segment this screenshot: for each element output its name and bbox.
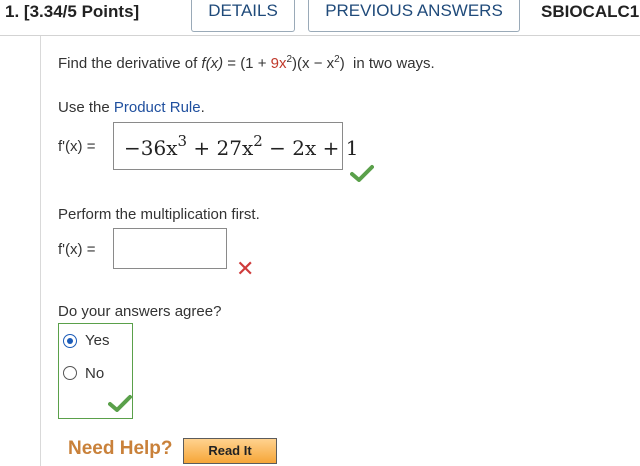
check-icon bbox=[108, 395, 132, 412]
answer-term-3: − 2x + 1 bbox=[262, 136, 359, 160]
need-help-label: Need Help? bbox=[68, 438, 173, 459]
question-number: 1. bbox=[5, 2, 20, 21]
question-points: [3.34/5 Points] bbox=[23, 2, 140, 21]
eq-open: = (1 + bbox=[223, 55, 271, 72]
part1-instruction-after: . bbox=[200, 99, 205, 116]
prompt-after: in two ways. bbox=[353, 55, 435, 72]
check-icon bbox=[350, 165, 374, 182]
radio-no[interactable] bbox=[63, 366, 77, 380]
red-coefficient: 9x bbox=[270, 55, 287, 72]
details-button[interactable]: DETAILS bbox=[191, 0, 295, 32]
previous-answers-button[interactable]: PREVIOUS ANSWERS bbox=[308, 0, 520, 32]
question-left-rule bbox=[40, 36, 41, 466]
eq-mid: )(x − x bbox=[292, 55, 335, 72]
prompt-before: Find the derivative of bbox=[58, 55, 198, 72]
answer-agree-radio-group: Yes No bbox=[58, 323, 133, 419]
part1-instruction-before: Use the bbox=[58, 99, 114, 116]
read-it-button[interactable]: Read It bbox=[183, 438, 277, 464]
radio-yes[interactable] bbox=[63, 334, 77, 348]
radio-no-label: No bbox=[85, 365, 105, 382]
part1-instruction: Use the Product Rule. bbox=[58, 99, 205, 116]
cross-icon: ✕ bbox=[236, 256, 255, 281]
question-header: 1. [3.34/5 Points] DETAILS PREVIOUS ANSW… bbox=[0, 0, 640, 36]
problem-prompt: Find the derivative of f(x) = (1 + 9x2)(… bbox=[58, 55, 435, 73]
product-rule-link[interactable]: Product Rule bbox=[114, 99, 201, 116]
part2-label: f'(x) = bbox=[58, 241, 96, 258]
function-name: f(x) bbox=[201, 55, 224, 72]
part1-answer-field[interactable]: −36x3 + 27x2 − 2x + 1 bbox=[113, 122, 358, 170]
assignment-code: SBIOCALC1 bbox=[541, 2, 640, 21]
answer-term-2: + 27x bbox=[187, 136, 254, 160]
question-title: 1. [3.34/5 Points] bbox=[5, 2, 139, 22]
part2-answer-field[interactable] bbox=[113, 228, 227, 269]
radio-yes-label: Yes bbox=[85, 332, 110, 349]
answer-term-1: −36x bbox=[124, 136, 178, 160]
part2-instruction: Perform the multiplication first. bbox=[58, 206, 260, 223]
eq-close: ) bbox=[339, 55, 345, 72]
part1-label: f'(x) = bbox=[58, 138, 96, 155]
answer-exp-1: 3 bbox=[177, 132, 188, 150]
answer-exp-2: 2 bbox=[253, 132, 263, 150]
part3-question: Do your answers agree? bbox=[58, 303, 222, 320]
